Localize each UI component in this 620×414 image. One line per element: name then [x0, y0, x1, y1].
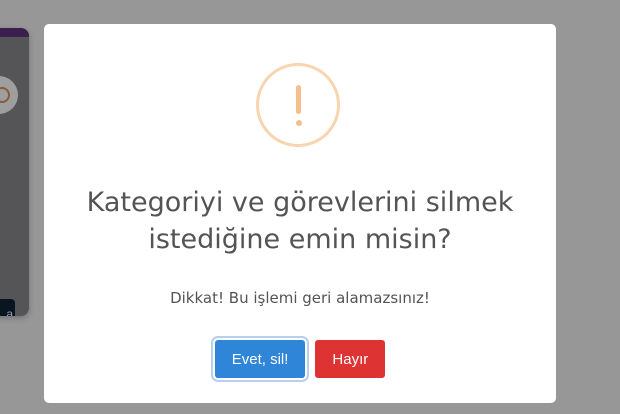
category-avatar-ring — [0, 87, 10, 103]
confirm-dialog: Kategoriyi ve görevlerini silmek istediğ… — [44, 24, 556, 403]
category-avatar-icon — [0, 76, 18, 114]
warning-icon-dot — [296, 120, 302, 126]
cancel-button[interactable]: Hayır — [315, 340, 386, 378]
dialog-title: Kategoriyi ve görevlerini silmek istediğ… — [86, 187, 514, 255]
confirm-delete-button[interactable]: Evet, sil! — [214, 340, 306, 378]
dialog-message: Dikkat! Bu işlemi geri alamazsınız! — [170, 289, 430, 307]
warning-icon — [256, 63, 340, 147]
background-card: a — [0, 28, 29, 316]
warning-icon-bar — [296, 85, 301, 114]
background-card-button: a — [0, 299, 15, 316]
background-card-header — [0, 28, 29, 37]
dialog-actions: Evet, sil! Hayır — [44, 340, 556, 378]
